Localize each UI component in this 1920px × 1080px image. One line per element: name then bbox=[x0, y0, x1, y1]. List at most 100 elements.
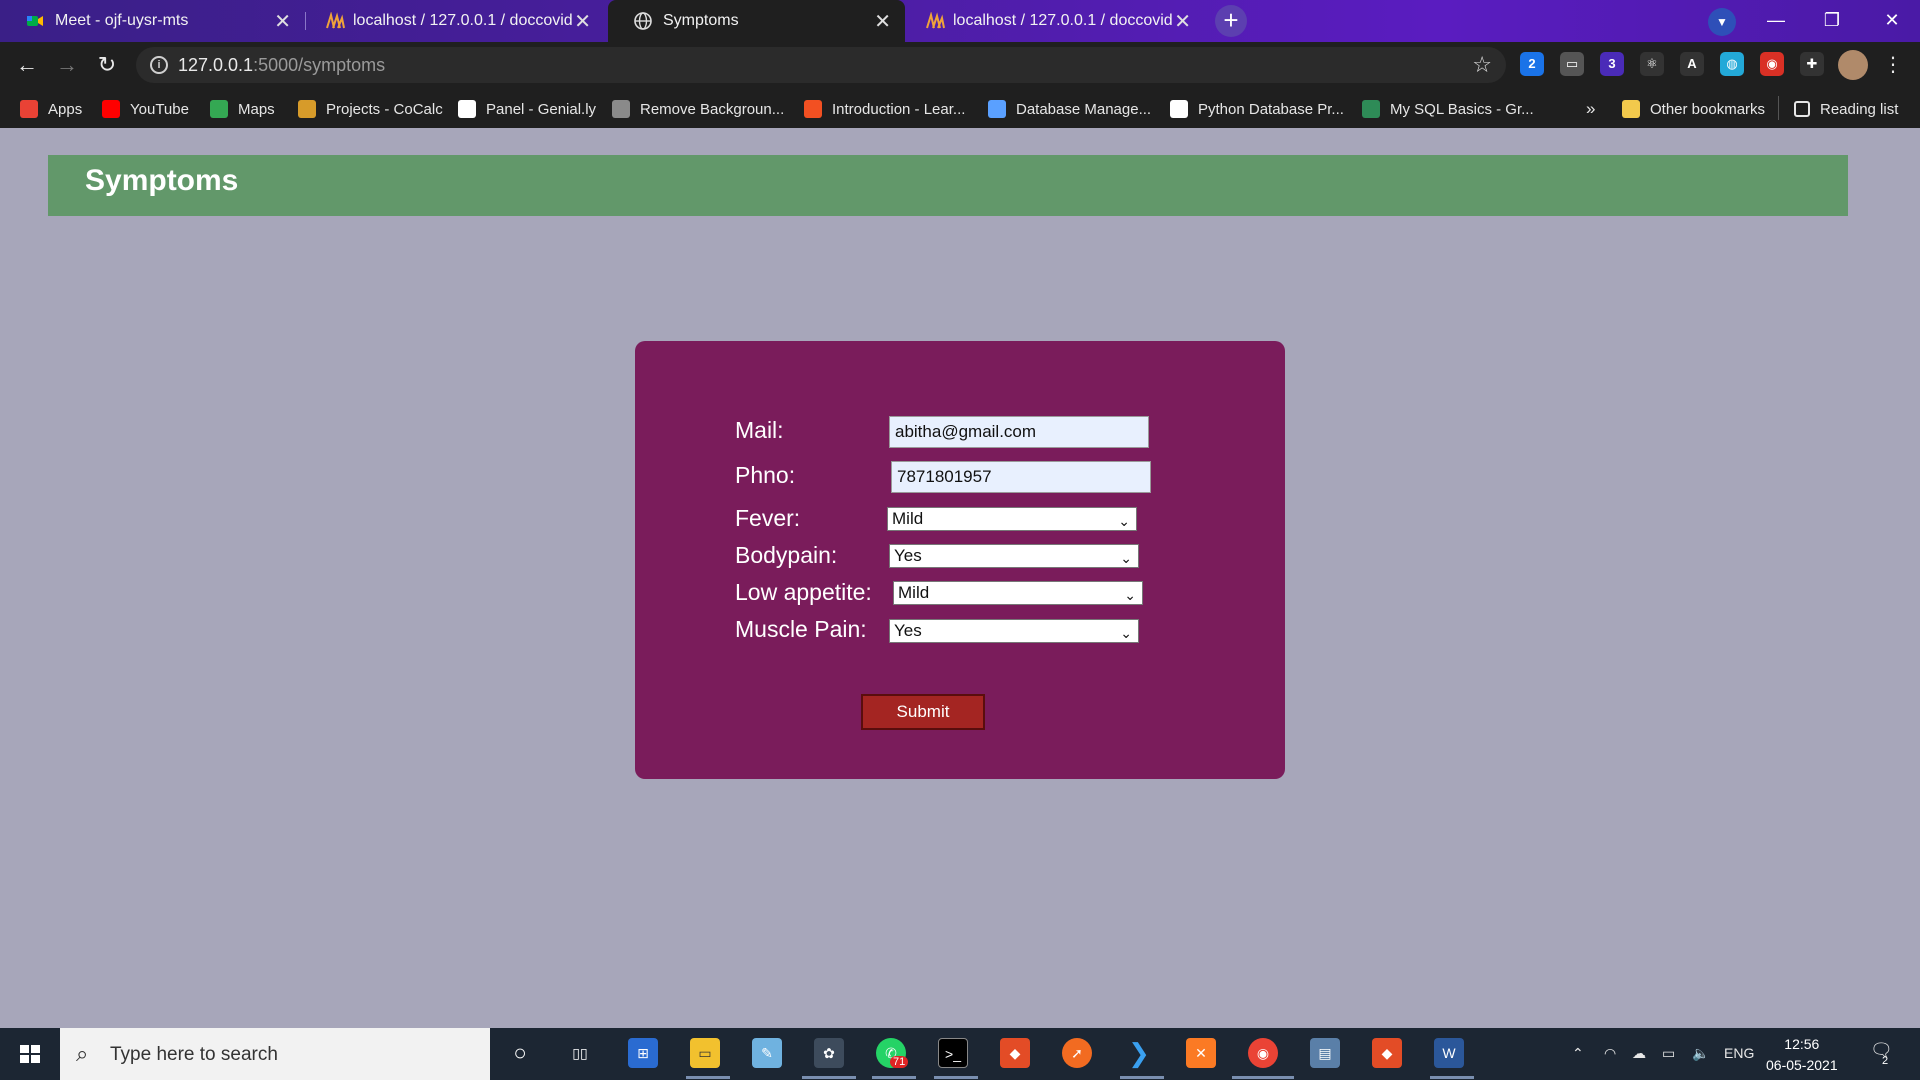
fever-selected-value: Mild bbox=[892, 509, 924, 528]
bookmark-label: Panel - Genial.ly bbox=[486, 100, 597, 118]
search-icon: ⌕ bbox=[76, 1041, 89, 1066]
back-icon[interactable]: ← bbox=[12, 50, 42, 80]
musclepain-select[interactable]: Yes ⌄ bbox=[889, 619, 1139, 643]
microsoft-store-icon[interactable]: ⊞ bbox=[628, 1038, 658, 1068]
running-indicator bbox=[1120, 1076, 1164, 1079]
restore-icon[interactable]: ❐ bbox=[1804, 0, 1860, 42]
tab-title: localhost / 127.0.0.1 / doccovid / bbox=[353, 12, 573, 29]
tab-title: localhost / 127.0.0.1 / doccovid / bbox=[953, 12, 1173, 29]
bookmark-item[interactable]: Python Database Pr... bbox=[1170, 98, 1344, 120]
bookmark-favicon-icon bbox=[458, 100, 476, 118]
bookmark-item[interactable]: Panel - Genial.ly bbox=[458, 98, 596, 120]
bookmark-label: Remove Backgroun... bbox=[640, 100, 785, 118]
windows-start-button[interactable] bbox=[0, 1028, 60, 1080]
extension-icon[interactable]: 2 bbox=[1520, 52, 1544, 76]
extension-icon[interactable]: ◍ bbox=[1720, 52, 1744, 76]
reload-icon[interactable]: ↻ bbox=[92, 50, 122, 80]
more-bookmarks-button[interactable]: » bbox=[1586, 98, 1595, 120]
tab-meet[interactable]: Meet - ojf-uysr-mts ✕ bbox=[0, 0, 305, 42]
extension-icon[interactable]: 3 bbox=[1600, 52, 1624, 76]
bodypain-select[interactable]: Yes ⌄ bbox=[889, 544, 1139, 568]
bookmark-item[interactable]: YouTube bbox=[102, 98, 189, 120]
appetite-selected-value: Mild bbox=[898, 583, 930, 602]
chevron-up-icon[interactable]: ⌃ bbox=[1572, 1045, 1584, 1062]
globe-icon bbox=[634, 12, 652, 30]
tab-search-icon[interactable]: ▼ bbox=[1708, 8, 1736, 36]
bookmark-item[interactable]: Maps bbox=[210, 98, 275, 120]
file-explorer-icon[interactable]: ▭ bbox=[690, 1038, 720, 1068]
git-icon[interactable]: ◆ bbox=[1000, 1038, 1030, 1068]
other-bookmarks-label: Other bookmarks bbox=[1650, 100, 1766, 118]
cloud-icon[interactable]: ☁ bbox=[1632, 1045, 1646, 1062]
close-tab-icon[interactable]: ✕ bbox=[874, 9, 891, 34]
clock[interactable]: 12:56 06-05-2021 bbox=[1766, 1034, 1838, 1076]
bookmark-label: Projects - CoCalc bbox=[326, 100, 443, 118]
network-icon[interactable]: ◠ bbox=[1604, 1045, 1616, 1062]
bookmark-item[interactable]: Introduction - Lear... bbox=[804, 98, 965, 120]
reading-list-button[interactable]: Reading list bbox=[1794, 98, 1898, 120]
battery-icon[interactable]: ▭ bbox=[1662, 1045, 1675, 1062]
close-tab-icon[interactable]: ✕ bbox=[274, 9, 291, 34]
forward-icon[interactable]: → bbox=[52, 50, 82, 80]
extension-icon[interactable]: ▭ bbox=[1560, 52, 1584, 76]
running-indicator bbox=[1232, 1076, 1294, 1079]
remote-desktop-icon[interactable]: ▤ bbox=[1310, 1038, 1340, 1068]
tab-symptoms[interactable]: Symptoms ✕ bbox=[608, 0, 905, 42]
address-bar[interactable]: i 127.0.0.1:5000/symptoms ☆ bbox=[136, 47, 1506, 83]
new-tab-button[interactable]: + bbox=[1215, 5, 1247, 37]
menu-kebab-icon[interactable]: ⋮ bbox=[1878, 50, 1908, 80]
extension-icon[interactable]: ⚛ bbox=[1640, 52, 1664, 76]
site-info-icon[interactable]: i bbox=[150, 56, 168, 74]
phno-input[interactable] bbox=[891, 461, 1151, 493]
vscode-icon[interactable]: ❯ bbox=[1124, 1038, 1154, 1068]
page-title: Symptoms bbox=[85, 164, 239, 197]
tab-title: Symptoms bbox=[663, 12, 739, 29]
close-tab-icon[interactable]: ✕ bbox=[574, 9, 591, 34]
browser-toolbar: ← → ↻ i 127.0.0.1:5000/symptoms ☆ 2 ▭ 3 ⚛ A ◍… bbox=[0, 42, 1920, 88]
bookmark-label: My SQL Basics - Gr... bbox=[1390, 100, 1534, 118]
divider bbox=[1778, 96, 1779, 120]
url-text: 127.0.0.1:5000/symptoms bbox=[178, 55, 386, 75]
avatar[interactable] bbox=[1838, 50, 1868, 80]
bookmark-favicon-icon bbox=[1170, 100, 1188, 118]
running-indicator bbox=[1430, 1076, 1474, 1079]
bookmark-item[interactable]: Apps bbox=[20, 98, 82, 120]
tab-phpmyadmin-1[interactable]: localhost / 127.0.0.1 / doccovid / ✕ bbox=[305, 0, 605, 42]
chevron-down-icon: ⌄ bbox=[1124, 587, 1136, 603]
volume-icon[interactable]: 🔈 bbox=[1692, 1045, 1709, 1062]
paint-icon[interactable]: ✿ bbox=[814, 1038, 844, 1068]
git-gui-icon[interactable]: ◆ bbox=[1372, 1038, 1402, 1068]
extension-icon[interactable]: A bbox=[1680, 52, 1704, 76]
postman-icon[interactable]: ➚ bbox=[1062, 1038, 1092, 1068]
terminal-icon[interactable]: >_ bbox=[938, 1038, 968, 1068]
mail-input[interactable] bbox=[889, 416, 1149, 448]
chrome-icon[interactable]: ◉ bbox=[1248, 1038, 1278, 1068]
minimize-icon[interactable]: — bbox=[1748, 0, 1804, 42]
bookmark-item[interactable]: Remove Backgroun... bbox=[612, 98, 784, 120]
other-bookmarks-button[interactable]: Other bookmarks bbox=[1622, 98, 1765, 120]
language-indicator[interactable]: ENG bbox=[1724, 1045, 1754, 1061]
bookmark-star-icon[interactable]: ☆ bbox=[1472, 52, 1492, 78]
bookmark-favicon-icon bbox=[804, 100, 822, 118]
xampp-icon[interactable]: ✕ bbox=[1186, 1038, 1216, 1068]
fever-select[interactable]: Mild ⌄ bbox=[887, 507, 1137, 531]
appetite-select[interactable]: Mild ⌄ bbox=[893, 581, 1143, 605]
bookmark-favicon-icon bbox=[102, 100, 120, 118]
cortana-icon[interactable]: ○ bbox=[505, 1038, 535, 1068]
submit-button[interactable]: Submit bbox=[861, 694, 985, 730]
bookmark-favicon-icon bbox=[988, 100, 1006, 118]
bookmark-item[interactable]: My SQL Basics - Gr... bbox=[1362, 98, 1534, 120]
bookmark-item[interactable]: Database Manage... bbox=[988, 98, 1151, 120]
task-view-icon[interactable]: ▯▯ bbox=[565, 1038, 595, 1068]
bookmark-item[interactable]: Projects - CoCalc bbox=[298, 98, 443, 120]
close-window-icon[interactable]: ✕ bbox=[1864, 0, 1920, 42]
close-tab-icon[interactable]: ✕ bbox=[1174, 9, 1191, 34]
chevron-down-icon: ⌄ bbox=[1118, 513, 1130, 529]
tab-phpmyadmin-2[interactable]: localhost / 127.0.0.1 / doccovid / ✕ bbox=[905, 0, 1205, 42]
word-icon[interactable]: W bbox=[1434, 1038, 1464, 1068]
taskbar-search-box[interactable]: ⌕ Type here to search bbox=[60, 1028, 490, 1080]
notepad-icon[interactable]: ✎ bbox=[752, 1038, 782, 1068]
appetite-label: Low appetite: bbox=[735, 579, 872, 605]
extension-icon[interactable]: ◉ bbox=[1760, 52, 1784, 76]
extension-icon[interactable]: ✚ bbox=[1800, 52, 1824, 76]
